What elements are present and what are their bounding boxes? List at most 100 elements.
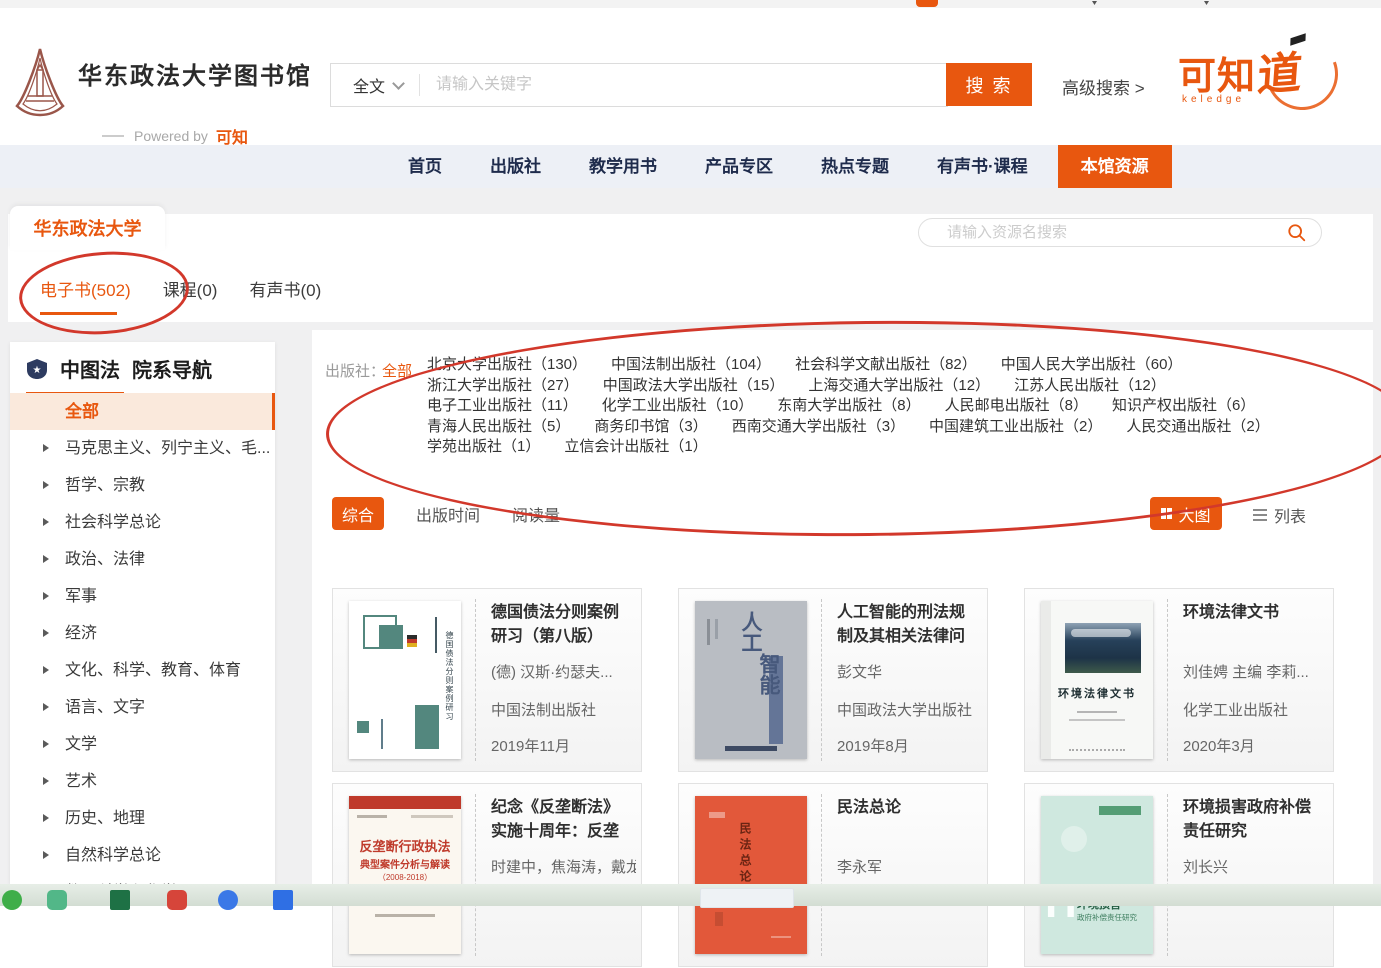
sidebar-item[interactable]: 艺术 bbox=[10, 763, 275, 800]
sidebar-item[interactable]: 全部 bbox=[10, 393, 275, 430]
book-cover: 德国债法分则案例研习 bbox=[349, 601, 461, 759]
sidebar-item[interactable]: 哲学、宗教 bbox=[10, 467, 275, 504]
book-author: (德) 汉斯·约瑟夫... bbox=[491, 661, 613, 682]
publisher-filter-link[interactable]: 电子工业出版社（11） bbox=[427, 397, 578, 414]
cover-tall-rect bbox=[415, 705, 439, 749]
search-icon[interactable] bbox=[1287, 223, 1307, 243]
sidebar-item[interactable]: 历史、地理 bbox=[10, 800, 275, 837]
book-title[interactable]: 民法总论 bbox=[837, 796, 901, 820]
taskbar-app-spreadsheet[interactable] bbox=[110, 890, 130, 910]
publisher-filter-link[interactable]: 中国建筑工业出版社（2） bbox=[929, 418, 1102, 435]
sidebar-item[interactable]: 文学 bbox=[10, 726, 275, 763]
sort-bar: 综合 出版时间 阅读量 bbox=[332, 497, 560, 530]
publisher-filter-link[interactable]: 知识产权出版社（6） bbox=[1112, 397, 1255, 414]
sidebar-item-label: 语言、文字 bbox=[65, 699, 145, 716]
view-large-button[interactable]: 大图 bbox=[1150, 497, 1222, 530]
cover-red-band bbox=[349, 796, 461, 809]
publisher-filter-link[interactable]: 社会科学文献出版社（82） bbox=[795, 356, 977, 373]
dropdown-caret-icon bbox=[1092, 1, 1097, 5]
publisher-filter-link[interactable]: 商务印书馆（3） bbox=[594, 418, 707, 435]
book-title[interactable]: 纪念《反垄断法》实施十周年：反垄断行政... bbox=[491, 796, 633, 846]
publisher-filter-link[interactable]: 江苏人民出版社（12） bbox=[1014, 377, 1166, 394]
publisher-filter-label: 出版社： bbox=[325, 360, 385, 381]
sort-option-阅读量[interactable]: 阅读量 bbox=[512, 502, 560, 526]
expand-caret-icon bbox=[43, 666, 49, 674]
cover-corner-mark bbox=[709, 812, 725, 818]
cover-title-top: 人工 bbox=[735, 611, 765, 653]
nav-item-publishers[interactable]: 出版社 bbox=[472, 145, 559, 188]
nav-item-audiobooks-courses[interactable]: 有声书·课程 bbox=[919, 145, 1046, 188]
book-title[interactable]: 环境法律文书 bbox=[1183, 601, 1279, 625]
sidebar-item[interactable]: 语言、文字 bbox=[10, 689, 275, 726]
sidebar-item[interactable]: 自然科学总论 bbox=[10, 837, 275, 874]
browser-toolbar-fragment bbox=[916, 0, 938, 7]
publisher-filter-link[interactable]: 青海人民出版社（5） bbox=[427, 418, 570, 435]
publisher-filter-link[interactable]: 上海交通大学出版社（12） bbox=[808, 377, 990, 394]
taskbar-app-blue-circle[interactable] bbox=[218, 890, 238, 910]
publisher-filter-link[interactable]: 学苑出版社（1） bbox=[427, 438, 540, 455]
keyword-search-input[interactable] bbox=[420, 75, 947, 95]
publisher-filter-link[interactable]: 东南大学出版社（8） bbox=[777, 397, 920, 414]
book-title[interactable]: 环境损害政府补偿责任研究 bbox=[1183, 796, 1325, 844]
sidebar-item[interactable]: 马克思主义、列宁主义、毛... bbox=[10, 430, 275, 467]
taskbar-app-red[interactable] bbox=[167, 890, 187, 910]
book-card[interactable]: 环境法律文书环境法律文书刘佳娉 主编 李莉...化学工业出版社2020年3月 bbox=[1024, 588, 1334, 772]
sort-option-综合[interactable]: 综合 bbox=[332, 497, 384, 530]
publisher-filter-link[interactable]: 北京大学出版社（130） bbox=[427, 356, 587, 373]
tab-courses[interactable]: 课程(0) bbox=[163, 276, 218, 301]
publisher-filter-link[interactable]: 人民交通出版社（2） bbox=[1126, 418, 1269, 435]
sidebar-item[interactable]: 文化、科学、教育、体育 bbox=[10, 652, 275, 689]
sidebar-item[interactable]: 政治、法律 bbox=[10, 541, 275, 578]
advanced-search-link[interactable]: 高级搜索 > bbox=[1062, 74, 1145, 99]
nav-item-home[interactable]: 首页 bbox=[390, 145, 460, 188]
cover-low-mark bbox=[715, 912, 723, 926]
keledge-logo[interactable]: 可知道 keledge bbox=[1178, 38, 1338, 116]
sidebar-item[interactable]: 社会科学总论 bbox=[10, 504, 275, 541]
tab-department-navigation[interactable]: 院系导航 bbox=[132, 354, 212, 383]
resource-search-input[interactable] bbox=[945, 223, 1287, 242]
publisher-filter-link[interactable]: 立信会计出版社（1） bbox=[564, 438, 707, 455]
tab-organization[interactable]: 华东政法大学 bbox=[10, 206, 165, 250]
nav-item-textbooks[interactable]: 教学用书 bbox=[571, 145, 675, 188]
book-title[interactable]: 德国债法分则案例研习（第八版） bbox=[491, 601, 633, 649]
publisher-filter-link[interactable]: 中国人民大学出版社（60） bbox=[1001, 356, 1183, 373]
book-card[interactable]: H环境损害政府补偿责任研究环境损害政府补偿责任研究刘长兴 bbox=[1024, 783, 1334, 967]
book-card[interactable]: 反垄断行政执法典型案件分析与解读（2008-2018） 纪念《反垄断法》实施十周年… bbox=[332, 783, 642, 967]
expand-caret-icon bbox=[43, 481, 49, 489]
taskbar-app-green[interactable] bbox=[47, 890, 67, 910]
view-list-button[interactable]: 列表 bbox=[1253, 503, 1306, 527]
publisher-filter-link[interactable]: 西南交通大学出版社（3） bbox=[732, 418, 905, 435]
publisher-filter-link[interactable]: 化学工业出版社（10） bbox=[602, 397, 754, 414]
tab-audiobooks[interactable]: 有声书(0) bbox=[249, 276, 321, 301]
library-title: 华东政法大学图书馆 bbox=[78, 56, 312, 91]
book-cover: 人工智能 bbox=[695, 601, 807, 759]
cover-publisher-mark bbox=[1069, 749, 1125, 751]
book-cover: 反垄断行政执法典型案件分析与解读（2008-2018） bbox=[349, 796, 461, 954]
taskbar-app-green-circle[interactable] bbox=[2, 890, 22, 910]
sort-option-出版时间[interactable]: 出版时间 bbox=[416, 502, 480, 526]
sidebar-item-label: 艺术 bbox=[65, 773, 97, 790]
tab-clc-classification[interactable]: 中图法 bbox=[60, 354, 120, 383]
nav-item-product-zones[interactable]: 产品专区 bbox=[687, 145, 791, 188]
publisher-filter-link[interactable]: 中国法制出版社（104） bbox=[611, 356, 771, 373]
search-button[interactable]: 搜 索 bbox=[946, 63, 1032, 106]
book-card[interactable]: 民法总论民法总论李永军 bbox=[678, 783, 988, 967]
publisher-filter-link[interactable]: 浙江大学出版社（27） bbox=[427, 377, 579, 394]
nav-item-library-resources[interactable]: 本馆资源 bbox=[1058, 145, 1172, 188]
cover-title2: 典型案件分析与解读 bbox=[349, 856, 461, 871]
publisher-filter-all[interactable]: 全部 bbox=[382, 360, 412, 381]
sidebar-item[interactable]: 经济 bbox=[10, 615, 275, 652]
sidebar-item[interactable]: 军事 bbox=[10, 578, 275, 615]
taskbar-app-blue[interactable] bbox=[273, 890, 293, 910]
publisher-filter-row: 电子工业出版社（11） 化学工业出版社（10） 东南大学出版社（8） 人民邮电出版社（… bbox=[427, 396, 1227, 417]
book-title[interactable]: 人工智能的刑法规制及其相关法律问题 bbox=[837, 601, 979, 651]
nav-item-hot-topics[interactable]: 热点专题 bbox=[803, 145, 907, 188]
book-card[interactable]: 德国债法分则案例研习德国债法分则案例研习（第八版）(德) 汉斯·约瑟夫...中国… bbox=[332, 588, 642, 772]
sidebar-item-label: 社会科学总论 bbox=[65, 514, 161, 531]
sidebar-item[interactable]: 数理科学和化学 bbox=[10, 874, 275, 884]
search-scope-select[interactable]: 全文 bbox=[331, 73, 419, 97]
tab-ebooks[interactable]: 电子书(502) bbox=[40, 276, 131, 301]
publisher-filter-link[interactable]: 中国政法大学出版社（15） bbox=[603, 377, 785, 394]
book-card[interactable]: 人工智能人工智能的刑法规制及其相关法律问题彭文华中国政法大学出版社2019年8月 bbox=[678, 588, 988, 772]
publisher-filter-link[interactable]: 人民邮电出版社（8） bbox=[945, 397, 1088, 414]
